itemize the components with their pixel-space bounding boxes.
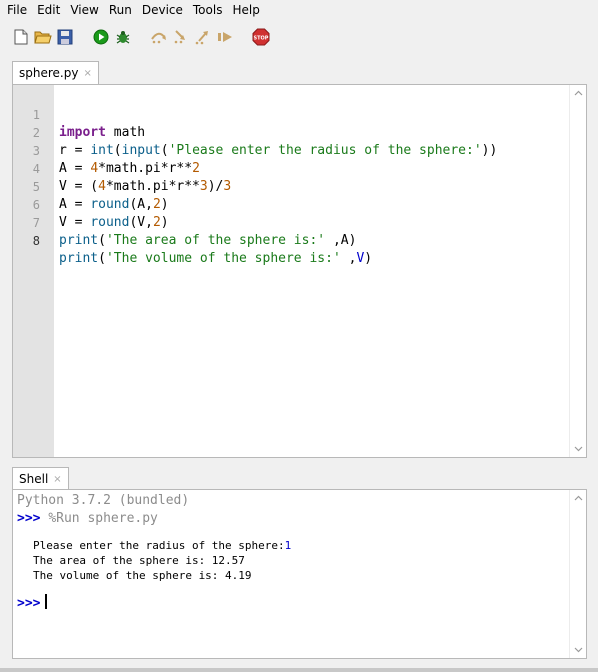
code-line: 4 V = (4*math.pi*r**3)/3 [13, 142, 586, 194]
step-out-button[interactable] [194, 28, 212, 46]
shell-output-prompt: Please enter the radius of the sphere: [33, 539, 285, 552]
thonny-ide-window: File Edit View Run Device Tools Help STO… [0, 0, 598, 672]
shell-console[interactable]: Python 3.7.2 (bundled) >>> %Run sphere.p… [12, 489, 587, 659]
tab-title: sphere.py [19, 66, 79, 80]
stop-icon: STOP [252, 28, 270, 46]
stop-icon-label: STOP [254, 35, 269, 41]
save-icon [57, 29, 73, 45]
bug-icon [116, 31, 130, 44]
chevron-down-icon[interactable] [570, 441, 586, 457]
stop-button[interactable]: STOP [252, 28, 270, 46]
shell-output-line: Please enter the radius of the sphere:1 [33, 538, 291, 553]
open-folder-icon [34, 31, 52, 44]
debug-button[interactable] [114, 28, 132, 46]
menu-edit[interactable]: Edit [32, 0, 65, 20]
step-into-icon [174, 30, 185, 44]
chevron-down-icon[interactable] [570, 642, 586, 658]
new-file-button[interactable] [12, 28, 30, 46]
code-lines: 1 import math 2 r = int(input('Please en… [13, 88, 586, 266]
code-line: 5 A = round(A,2) [13, 160, 586, 212]
chevron-up-icon[interactable] [570, 85, 586, 101]
code-line: 7 print('The area of the sphere is:' ,A) [13, 196, 586, 248]
new-file-icon [14, 29, 28, 45]
save-file-button[interactable] [56, 28, 74, 46]
shell-banner: Python 3.7.2 (bundled) [17, 493, 190, 508]
code-line: 6 V = round(V,2) [13, 178, 586, 230]
shell-output-volume: The volume of the sphere is: 4.19 [33, 569, 252, 582]
shell-prompt: >>> [17, 511, 41, 526]
code-text: print('The volume of the sphere is:' ,V) [59, 251, 373, 266]
run-button[interactable] [92, 28, 110, 46]
step-over-button[interactable] [150, 28, 168, 46]
resume-icon [218, 32, 232, 42]
code-text: print('The area of the sphere is:' ,A) [59, 233, 357, 248]
resume-button[interactable] [216, 28, 234, 46]
menu-bar: File Edit View Run Device Tools Help [0, 0, 598, 20]
menu-run[interactable]: Run [104, 0, 137, 20]
editor-scrollbar[interactable] [569, 85, 586, 457]
code-line: 3 A = 4*math.pi*r**2 [13, 124, 586, 176]
shell-input-row[interactable]: >>> [17, 594, 48, 613]
shell-command-row: >>> %Run sphere.py [17, 510, 158, 528]
tab-shell[interactable]: Shell × [12, 467, 69, 490]
shell-scrollbar[interactable] [569, 490, 586, 658]
code-line: 8 print('The volume of the sphere is:' ,… [13, 214, 586, 266]
editor-tabstrip: sphere.py × [12, 60, 99, 84]
code-editor[interactable]: 1 import math 2 r = int(input('Please en… [12, 84, 587, 458]
menu-view[interactable]: View [65, 0, 103, 20]
code-line: 1 import math [13, 88, 586, 140]
tab-sphere-py[interactable]: sphere.py × [12, 61, 99, 84]
toolbar: STOP [0, 22, 598, 52]
code-line: 2 r = int(input('Please enter the radius… [13, 106, 586, 158]
shell-tabstrip: Shell × [12, 466, 69, 490]
step-over-icon [151, 32, 166, 44]
shell-command: %Run sphere.py [48, 511, 158, 526]
tab-title: Shell [19, 472, 49, 486]
step-out-icon [195, 31, 208, 45]
step-into-button[interactable] [172, 28, 190, 46]
menu-file[interactable]: File [2, 0, 32, 20]
shell-user-input: 1 [284, 539, 292, 552]
close-tab-icon[interactable]: × [83, 68, 91, 79]
open-file-button[interactable] [34, 28, 52, 46]
menu-device[interactable]: Device [137, 0, 188, 20]
shell-output-area: The area of the sphere is: 12.57 [33, 554, 245, 567]
line-number-active: 8 [32, 234, 40, 248]
chevron-up-icon[interactable] [570, 490, 586, 506]
close-tab-icon[interactable]: × [53, 474, 61, 485]
run-icon [93, 29, 109, 45]
menu-tools[interactable]: Tools [188, 0, 228, 20]
shell-prompt: >>> [17, 596, 41, 611]
text-cursor [45, 594, 48, 609]
menu-help[interactable]: Help [227, 0, 264, 20]
status-strip [0, 668, 598, 672]
